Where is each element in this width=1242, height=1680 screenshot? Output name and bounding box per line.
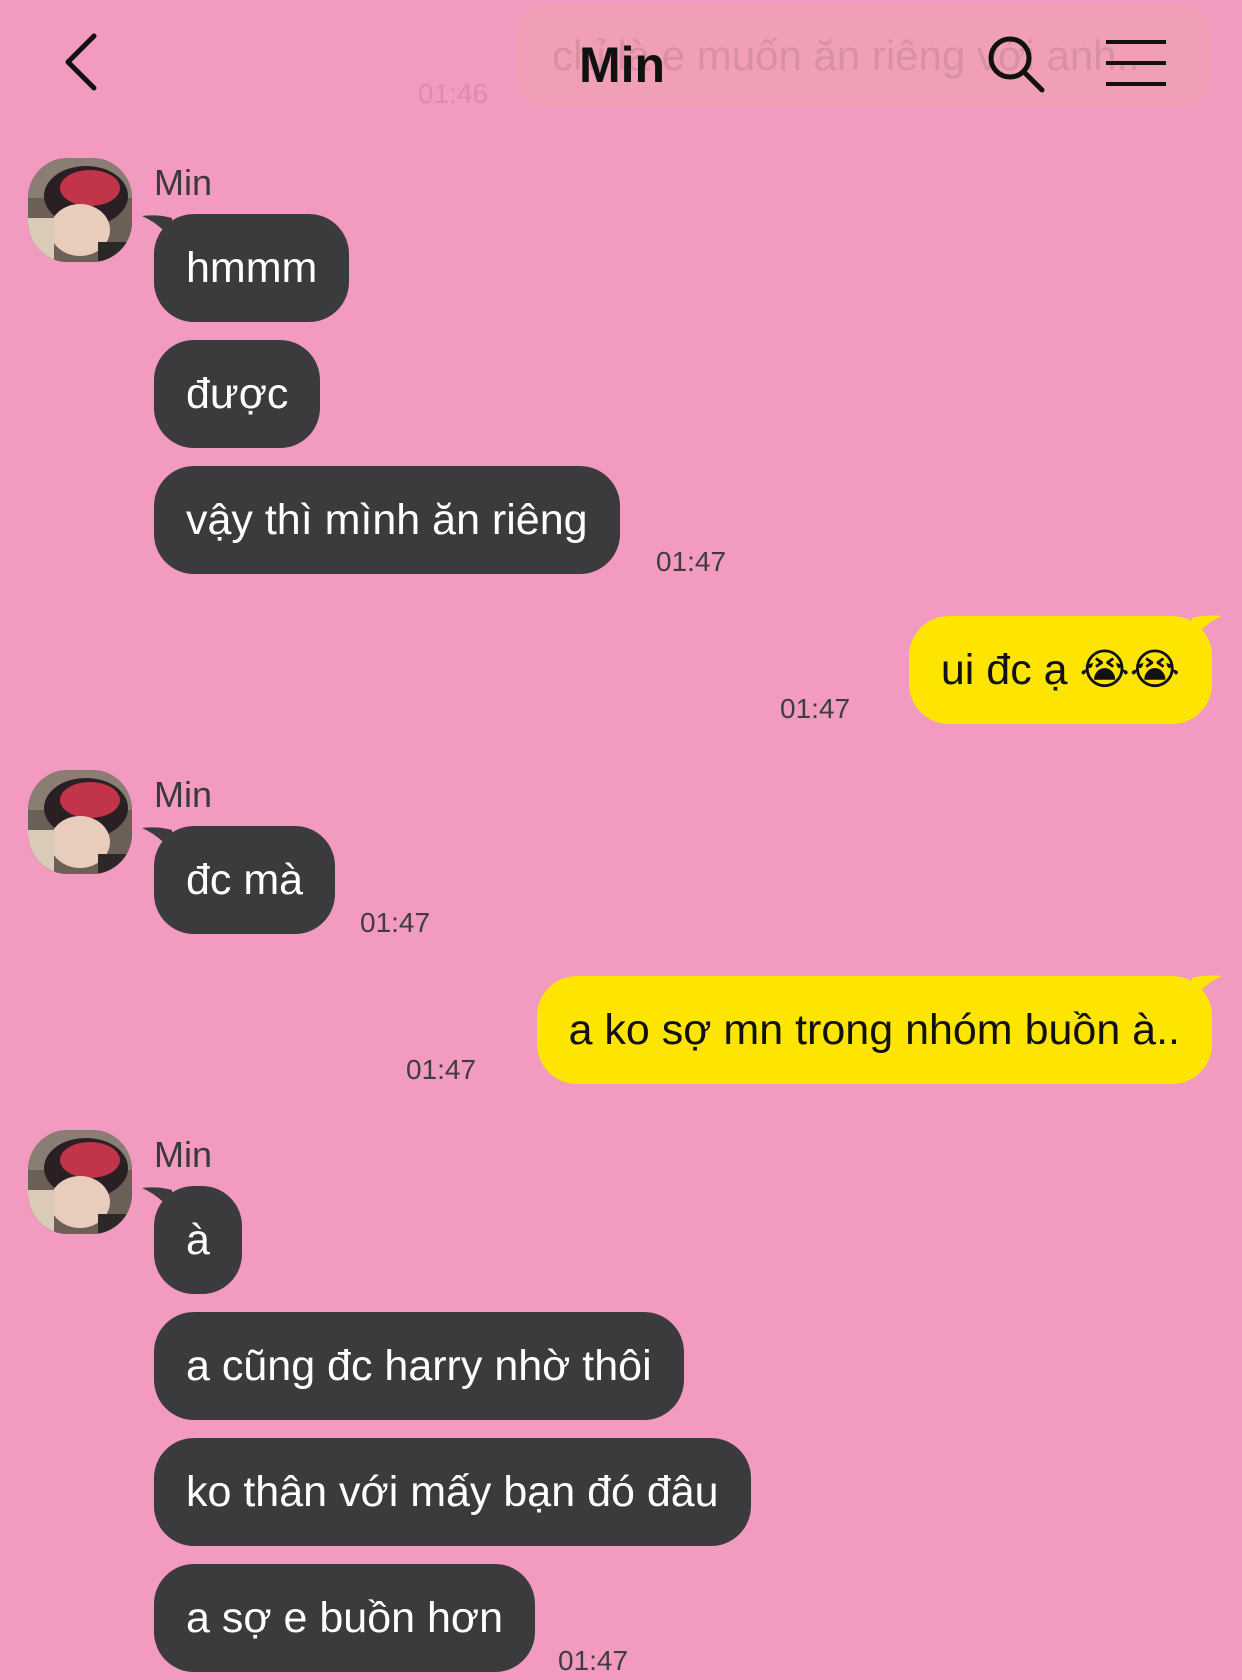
message-time: 01:47 [558, 1645, 629, 1676]
search-icon[interactable] [986, 34, 1046, 94]
message-time: 01:47 [780, 693, 851, 724]
message-time: 01:47 [406, 1054, 477, 1085]
message-bubble[interactable]: a cũng đc harry nhờ thôi [154, 1312, 684, 1420]
bubble-tail [1192, 975, 1222, 1000]
message-time: 01:47 [360, 907, 431, 938]
message-bubble[interactable]: hmmm [154, 214, 350, 322]
outgoing-message-bubble[interactable]: a ko sợ mn trong nhóm buồn à.. [536, 976, 1212, 1084]
chat-title: Min [578, 37, 666, 93]
outgoing-message-bubble[interactable]: ui đc ạ 😭😭 [908, 616, 1212, 724]
back-arrow-icon[interactable] [60, 30, 110, 94]
ghost-message-time: 01:46 [418, 78, 489, 109]
sender-name: Min [154, 162, 213, 203]
sender-name: Min [154, 1134, 213, 1175]
message-bubble[interactable]: a sợ e buồn hơn [154, 1564, 535, 1672]
menu-icon[interactable] [1104, 38, 1168, 88]
avatar[interactable] [28, 158, 132, 262]
message-bubble[interactable]: vậy thì mình ăn riêng [154, 466, 620, 574]
chat-header: chỉ là e muốn ăn riêng với anh.. 01:46 M… [0, 0, 1242, 120]
sender-name: Min [154, 774, 213, 815]
avatar[interactable] [28, 770, 132, 874]
message-time: 01:47 [656, 546, 727, 577]
message-bubble[interactable]: à [154, 1186, 242, 1294]
bubble-tail [1192, 615, 1222, 640]
message-bubble[interactable]: được [154, 340, 321, 448]
message-bubble[interactable]: ko thân với mấy bạn đó đâu [154, 1438, 751, 1546]
message-bubble[interactable]: đc mà [154, 826, 336, 934]
avatar[interactable] [28, 1130, 132, 1234]
